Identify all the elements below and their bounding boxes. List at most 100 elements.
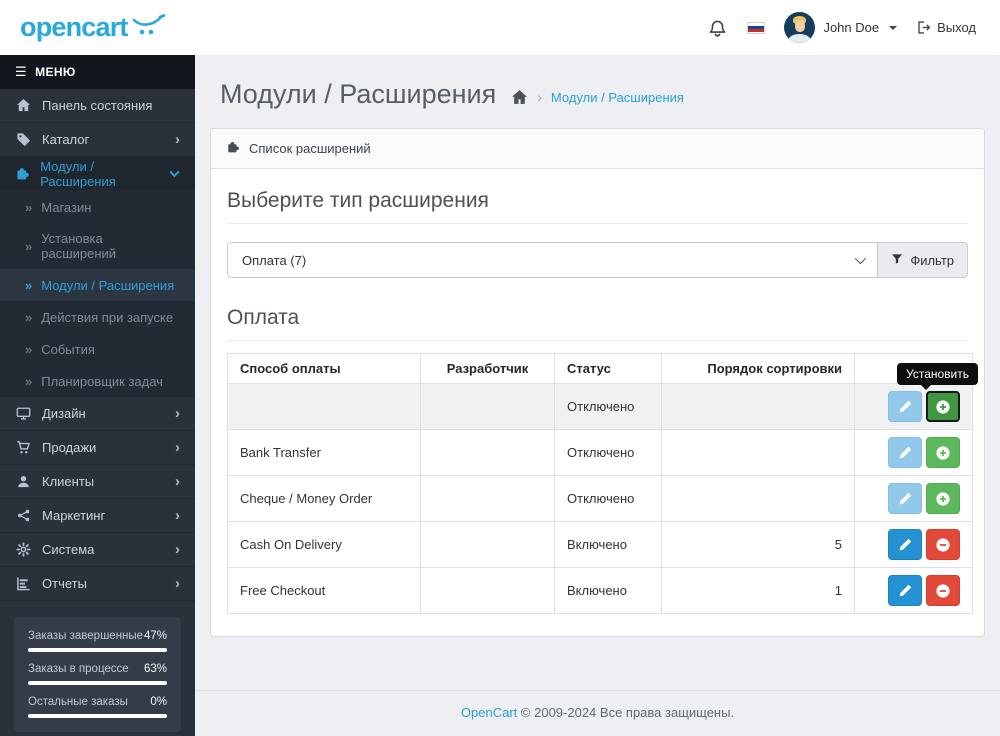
filter-button[interactable]: Фильтр [877,242,968,279]
sidebar-item-label: Клиенты [42,474,95,489]
sidebar-item-catalog[interactable]: Каталог › [0,123,195,157]
footer: OpenCart © 2009-2024 Все права защищены. [195,690,1000,736]
extension-list-panel: Список расширений Выберите тип расширени… [210,128,985,638]
logout-icon [918,21,931,34]
pencil-icon [899,401,911,413]
submenu-item-label: Модули / Расширения [41,277,175,293]
edit-button[interactable] [888,529,922,561]
plus-circle-icon [936,446,950,460]
filter-label: Фильтр [910,252,954,268]
sidebar-item-marketing[interactable]: Маркетинг › [0,499,195,533]
submenu-item-label: События [41,341,95,357]
submenu-item-label: Действия при запуске [41,309,174,325]
sidebar-item-label: Система [42,542,95,557]
user-name: John Doe [823,20,880,35]
extension-name: Bank Transfer [227,429,421,477]
extension-type-filter-group: Оплата (7) Фильтр [227,242,968,279]
submenu-item-events[interactable]: » События [0,333,195,365]
stat-processing-orders: Заказы в процессе 63% [28,663,167,685]
install-button[interactable] [926,437,960,469]
chevron-down-icon [855,253,867,265]
col-status: Статус [554,353,662,385]
order-stats-panel: Заказы завершенные 47% Заказы в процессе… [14,617,181,732]
stat-label: Заказы в процессе [28,663,129,675]
submenu-item-installer[interactable]: » Установка расширений [0,223,195,269]
extension-type-select[interactable]: Оплата (7) [227,242,878,279]
opencart-logo[interactable]: opencart [20,14,166,41]
stat-completed-orders: Заказы завершенные 47% [28,630,167,652]
developer-cell [420,429,555,477]
edit-button[interactable] [888,575,922,607]
edit-button[interactable] [888,437,922,469]
sidebar-item-design[interactable]: Дизайн › [0,397,195,431]
funnel-icon [891,253,903,268]
choose-extension-type-heading: Выберите тип расширения [227,187,968,225]
sidebar-item-reports[interactable]: Отчеты › [0,567,195,601]
status-cell: Включено [554,521,662,569]
main-content: Модули / Расширения › Модули / Расширени… [195,55,1000,736]
stat-label: Заказы завершенные [28,630,144,642]
notifications-bell-icon[interactable] [707,17,728,38]
uninstall-button[interactable] [926,575,960,607]
chart-icon [15,576,32,591]
extensions-table: Способ оплаты Разработчик Статус Порядок… [227,353,978,615]
double-chevron-icon: » [25,277,33,293]
logo-text: opencart [20,12,128,42]
uninstall-button[interactable] [926,529,960,561]
table-header-row: Способ оплаты Разработчик Статус Порядок… [227,353,973,385]
chevron-right-icon: › [175,541,180,558]
submenu-item-startup[interactable]: » Действия при запуске [0,301,195,333]
sort-order-cell [661,475,855,523]
sort-order-cell: 1 [661,567,855,615]
sidebar-item-customers[interactable]: Клиенты › [0,465,195,499]
breadcrumb: › Модули / Расширения [511,83,684,106]
breadcrumb-link[interactable]: Модули / Расширения [551,90,684,105]
stat-value: 63% [143,663,167,675]
logout-label: Выход [937,20,976,35]
tag-icon [15,132,32,147]
edit-button[interactable] [888,391,922,423]
sort-order-cell [661,429,855,477]
submenu-item-cron[interactable]: » Планировщик задач [0,365,195,397]
sidebar-item-extensions[interactable]: Модули / Расширения [0,157,195,191]
progress-bar [28,714,167,718]
sidebar-item-system[interactable]: Система › [0,533,195,567]
selected-option: Оплата (7) [242,252,307,268]
submenu-item-extensions[interactable]: » Модули / Расширения [0,269,195,301]
submenu-item-label: Планировщик задач [41,373,163,389]
submenu-item-marketplace[interactable]: » Магазин [0,191,195,223]
plus-circle-icon [936,400,950,414]
extension-name: Cheque / Money Order [227,475,421,523]
sidebar-menu-header[interactable]: ☰ МЕНЮ [0,55,195,89]
double-chevron-icon: » [25,309,33,325]
install-button[interactable] [926,483,960,515]
page-title: Модули / Расширения [220,79,497,109]
stat-label: Остальные заказы [28,696,128,708]
sidebar-item-label: Продажи [42,440,97,455]
user-menu[interactable]: John Doe [784,12,898,43]
chevron-right-icon: › [175,405,180,422]
breadcrumb-home-icon[interactable] [511,89,528,106]
edit-button[interactable] [888,483,922,515]
display-icon [15,406,32,421]
stat-other-orders: Остальные заказы 0% [28,696,167,718]
sidebar-item-sales[interactable]: Продажи › [0,431,195,465]
install-button[interactable] [926,391,960,423]
menu-label: МЕНЮ [35,65,76,79]
col-developer: Разработчик [420,353,555,385]
share-icon [15,508,32,523]
extension-name: Free Checkout [227,567,421,615]
pencil-icon [899,585,911,597]
col-sort-order: Порядок сортировки [661,353,855,385]
cart-icon [15,440,32,455]
gear-icon [15,542,32,557]
logout-button[interactable]: Выход [916,20,976,35]
sidebar-item-dashboard[interactable]: Панель состояния [0,89,195,123]
language-flag-ru[interactable] [747,21,766,34]
install-tooltip: Установить [897,363,978,391]
status-cell: Включено [554,567,662,615]
col-payment-method: Способ оплаты [227,353,421,385]
breadcrumb-separator: › [537,89,542,106]
footer-copyright: © 2009-2024 Все права защищены. [520,705,735,720]
footer-opencart-link[interactable]: OpenCart [461,705,517,720]
